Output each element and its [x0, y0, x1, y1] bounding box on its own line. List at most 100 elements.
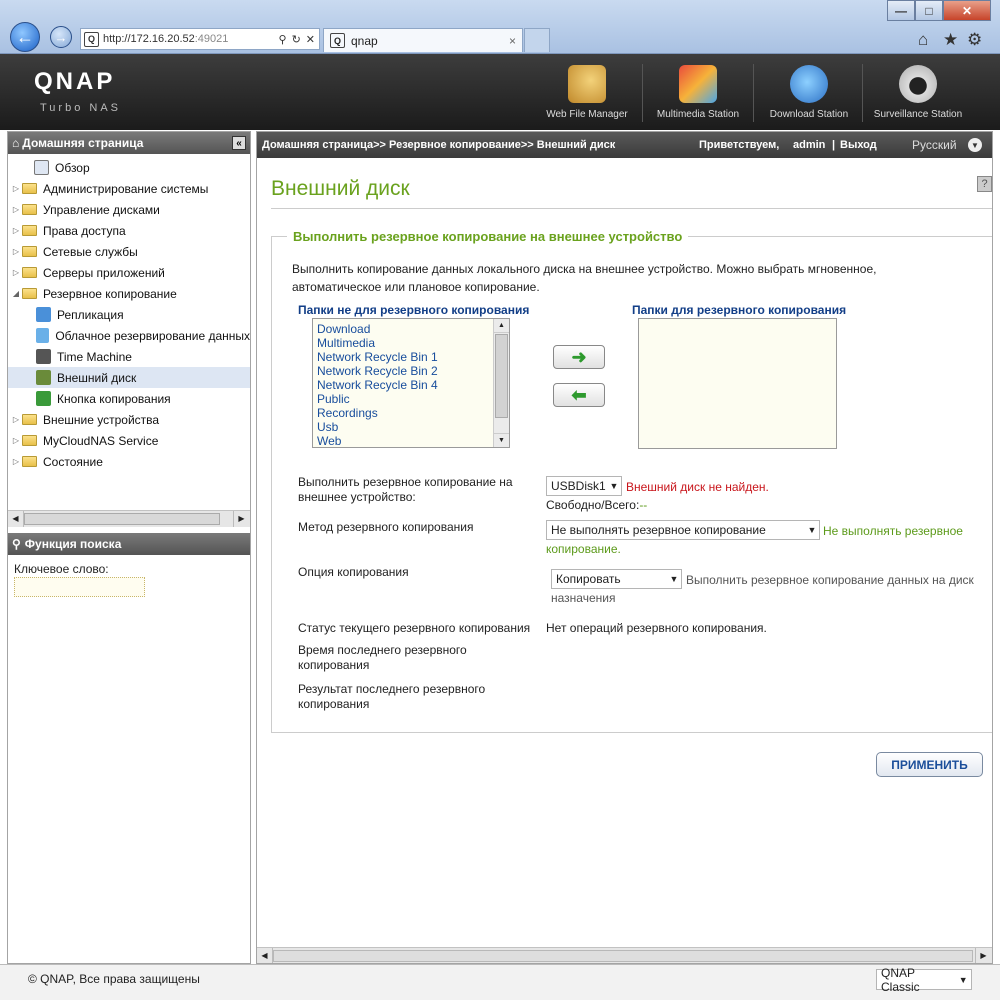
- url-port: :49021: [194, 33, 229, 45]
- scroll-thumb[interactable]: [24, 513, 220, 525]
- scroll-down-icon[interactable]: ▼: [494, 433, 509, 447]
- sidebar-item[interactable]: ◢ Резервное копирование: [8, 283, 250, 304]
- expand-arrow-icon[interactable]: ▷: [10, 226, 22, 235]
- help-icon[interactable]: ?: [977, 176, 992, 192]
- scroll-left-icon[interactable]: ◀: [8, 511, 24, 527]
- surveillance-station-button[interactable]: Surveillance Station: [863, 54, 973, 130]
- folder-list-item[interactable]: Download: [313, 322, 509, 336]
- language-select[interactable]: Русский: [912, 138, 957, 152]
- current-status-value: Нет операций резервного копирования.: [546, 621, 767, 635]
- sidebar-item[interactable]: Кнопка копирования: [8, 388, 250, 409]
- home-icon: ⌂: [12, 136, 20, 150]
- expand-arrow-icon[interactable]: ▷: [10, 415, 22, 424]
- sidebar-item[interactable]: ▷ Права доступа: [8, 220, 250, 241]
- stop-icon[interactable]: ✕: [306, 33, 315, 46]
- tab-title: qnap: [351, 33, 378, 48]
- scroll-right-icon[interactable]: ▶: [233, 511, 249, 527]
- sidebar-home-label[interactable]: Домашняя страница: [22, 136, 143, 150]
- sidebar-horizontal-scrollbar[interactable]: ◀ ▶: [8, 510, 250, 527]
- favorites-star-icon[interactable]: ★: [943, 30, 958, 50]
- device-select[interactable]: USBDisk1 ▼: [546, 476, 622, 496]
- folder-icon: [22, 246, 37, 257]
- folder-list-item[interactable]: Network Recycle Bin 2: [313, 364, 509, 378]
- folder-list-item[interactable]: Public: [313, 392, 509, 406]
- folder-list-scrollbar[interactable]: ▲ ▼: [493, 319, 509, 447]
- expand-arrow-icon[interactable]: ▷: [10, 184, 22, 193]
- close-window-button[interactable]: ✕: [943, 0, 991, 21]
- folder-icon: [22, 288, 37, 299]
- folder-icon: [22, 435, 37, 446]
- folder-list-item[interactable]: Network Recycle Bin 1: [313, 350, 509, 364]
- folder-list-item[interactable]: Multimedia: [313, 336, 509, 350]
- sidebar-item[interactable]: ▷ Состояние: [8, 451, 250, 472]
- keyword-input[interactable]: [14, 577, 145, 597]
- expand-arrow-icon[interactable]: ▷: [10, 457, 22, 466]
- divider: |: [832, 139, 836, 151]
- sidebar-item-label: Управление дисками: [43, 202, 160, 217]
- expand-arrow-icon[interactable]: ▷: [10, 205, 22, 214]
- tools-gear-icon[interactable]: ⚙: [967, 30, 982, 50]
- expand-arrow-icon[interactable]: ▷: [10, 436, 22, 445]
- move-right-button[interactable]: ➜: [553, 345, 605, 369]
- scroll-thumb[interactable]: [495, 334, 508, 418]
- sidebar-item[interactable]: ▷ Внешние устройства: [8, 409, 250, 430]
- folder-list-item[interactable]: Recordings: [313, 406, 509, 420]
- new-tab-button[interactable]: [524, 28, 550, 52]
- sidebar-item[interactable]: Time Machine: [8, 346, 250, 367]
- tab-close-icon[interactable]: ×: [509, 34, 516, 48]
- minimize-button[interactable]: —: [887, 0, 915, 21]
- breadcrumb[interactable]: Домашняя страница>> Резервное копировани…: [262, 139, 615, 151]
- copy-option-label: Опция копирования: [298, 565, 409, 579]
- sidebar-item[interactable]: Обзор: [8, 157, 250, 178]
- folder-icon: [22, 204, 37, 215]
- content-horizontal-scrollbar[interactable]: ◀ ▶: [257, 947, 992, 963]
- folder-list-item[interactable]: Web: [313, 434, 509, 448]
- move-left-button[interactable]: ⬅: [553, 383, 605, 407]
- language-dropdown-icon[interactable]: ▼: [968, 138, 982, 152]
- expand-arrow-icon[interactable]: ▷: [10, 268, 22, 277]
- browser-tab[interactable]: Q qnap ×: [323, 28, 523, 52]
- scroll-thumb[interactable]: [273, 950, 973, 962]
- sidebar-item[interactable]: ▷ MyCloudNAS Service: [8, 430, 250, 451]
- home-icon[interactable]: ⌂: [918, 30, 928, 50]
- forward-button-icon[interactable]: →: [50, 26, 72, 48]
- scroll-right-icon[interactable]: ▶: [975, 948, 991, 963]
- backup-folder-list[interactable]: [638, 318, 837, 449]
- sidebar-item[interactable]: ▷ Серверы приложений: [8, 262, 250, 283]
- not-backup-folder-list[interactable]: Download Multimedia Network Recycle Bin 1N…: [312, 318, 510, 448]
- collapse-sidebar-icon[interactable]: «: [232, 136, 246, 150]
- device-select-value: USBDisk1: [551, 479, 606, 493]
- app-label: Web File Manager: [546, 109, 628, 120]
- download-station-button[interactable]: Download Station: [754, 54, 864, 130]
- folder-list-item[interactable]: Usb: [313, 420, 509, 434]
- last-backup-result-label: Результат последнего резервного копирова…: [298, 682, 486, 711]
- apply-button[interactable]: ПРИМЕНИТЬ: [876, 752, 983, 777]
- expand-arrow-icon[interactable]: ◢: [10, 289, 22, 298]
- sidebar-item[interactable]: Облачное резервирование данных: [8, 325, 250, 346]
- current-status-label: Статус текущего резервного копирования: [298, 621, 531, 635]
- address-bar[interactable]: Q http://172.16.20.52:49021 ⚲ ↻ ✕: [80, 28, 320, 50]
- download-station-icon: [790, 65, 828, 103]
- theme-select[interactable]: QNAP Classic ▼: [876, 966, 972, 994]
- sidebar-item-label: Внешний диск: [57, 370, 137, 385]
- back-button-icon[interactable]: ←: [10, 22, 40, 52]
- multimedia-station-button[interactable]: Multimedia Station: [643, 54, 753, 130]
- sidebar-item[interactable]: ▷ Управление дисками: [8, 199, 250, 220]
- maximize-button[interactable]: □: [915, 0, 943, 21]
- folder-icon: [22, 456, 37, 467]
- sidebar-item[interactable]: Внешний диск: [8, 367, 250, 388]
- sidebar-item[interactable]: ▷ Сетевые службы: [8, 241, 250, 262]
- sidebar-item[interactable]: Репликация: [8, 304, 250, 325]
- app-label: Multimedia Station: [656, 109, 740, 120]
- folder-icon: [22, 414, 37, 425]
- refresh-icon[interactable]: ↻: [292, 33, 301, 46]
- logout-link[interactable]: Выход: [840, 139, 877, 151]
- folder-list-item[interactable]: Network Recycle Bin 4: [313, 378, 509, 392]
- sidebar-item[interactable]: ▷ Администрирование системы: [8, 178, 250, 199]
- scroll-up-icon[interactable]: ▲: [494, 319, 509, 333]
- main-content: Домашняя страница>> Резервное копировани…: [256, 131, 993, 964]
- expand-arrow-icon[interactable]: ▷: [10, 247, 22, 256]
- web-file-manager-button[interactable]: Web File Manager: [532, 54, 642, 130]
- scroll-left-icon[interactable]: ◀: [257, 948, 273, 963]
- search-icon[interactable]: ⚲: [279, 33, 287, 46]
